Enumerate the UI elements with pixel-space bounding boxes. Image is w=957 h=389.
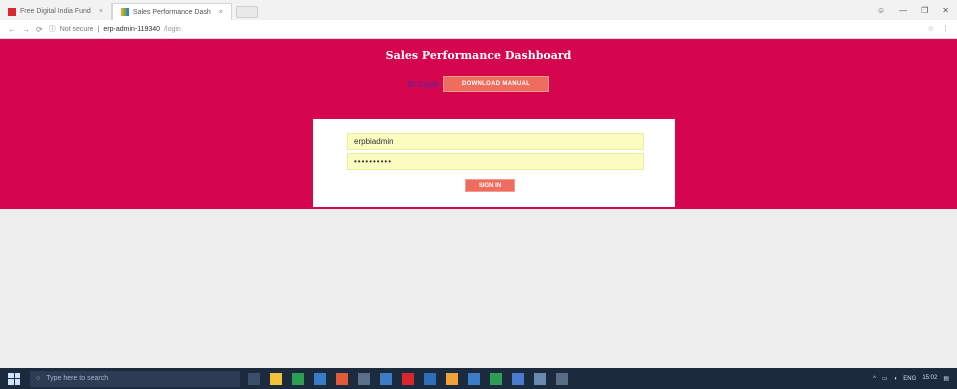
close-icon[interactable]: × xyxy=(99,8,103,15)
tab-title: Free Digital India Fund xyxy=(20,8,91,15)
app-icon[interactable] xyxy=(358,372,370,385)
taskbar-search-input[interactable]: ○ Type here to search xyxy=(30,370,240,387)
file-explorer-icon[interactable] xyxy=(270,372,282,385)
taskbar-apps xyxy=(248,372,568,385)
volume-icon[interactable]: ◖ xyxy=(894,376,898,382)
browser-tab-strip: Free Digital India Fund × Sales Performa… xyxy=(0,0,957,20)
page-title: Sales Performance Dashboard xyxy=(385,49,572,62)
taskbar: ○ Type here to search ^ ▭ ◖ ENG 15:02 ▤ xyxy=(0,368,957,389)
tab-title: Sales Performance Dash xyxy=(132,8,211,16)
username-field[interactable]: erpbiadmin xyxy=(347,133,644,150)
tab-sales-dashboard[interactable]: Sales Performance Dash × xyxy=(111,3,232,20)
download-manual-button[interactable]: DOWNLOAD MANUAL xyxy=(442,76,550,92)
chevron-up-icon[interactable]: ^ xyxy=(873,376,876,382)
sign-in-button[interactable]: SIGN IN xyxy=(465,179,515,192)
page-content: Sales Performance Dashboard BI Guide DOW… xyxy=(0,39,957,368)
tab-free-digital-india[interactable]: Free Digital India Fund × xyxy=(0,3,112,20)
edge-icon[interactable] xyxy=(314,372,326,385)
notifications-icon[interactable]: ▤ xyxy=(943,375,949,382)
clock[interactable]: 15:02 xyxy=(922,375,937,382)
red-square-icon xyxy=(8,7,16,16)
outlook-icon[interactable] xyxy=(380,372,392,385)
search-placeholder: Type here to search xyxy=(46,375,109,382)
app-icon[interactable] xyxy=(336,372,348,385)
hero-banner: Sales Performance Dashboard BI Guide DOW… xyxy=(0,39,957,209)
minimize-icon[interactable]: — xyxy=(899,6,907,15)
close-window-icon[interactable]: ✕ xyxy=(942,6,949,15)
word-icon[interactable] xyxy=(424,372,436,385)
url-field[interactable]: ⓘ Not secure | erp-admin-119340 /login xyxy=(49,24,922,34)
app-icon[interactable] xyxy=(556,372,568,385)
search-icon: ○ xyxy=(36,375,41,382)
windows-start-icon[interactable] xyxy=(8,372,20,385)
close-icon[interactable]: × xyxy=(219,9,223,16)
menu-icon[interactable]: ⋮ xyxy=(942,25,949,33)
app-icon[interactable] xyxy=(446,372,458,385)
app-icon[interactable] xyxy=(468,372,480,385)
store-icon[interactable] xyxy=(292,372,304,385)
login-card: erpbiadmin •••••••••• SIGN IN xyxy=(313,119,675,207)
hero-links: BI Guide DOWNLOAD MANUAL xyxy=(0,76,957,92)
app-icon[interactable] xyxy=(512,372,524,385)
address-bar: ← → ⟳ ⓘ Not secure | erp-admin-119340 /l… xyxy=(0,20,957,39)
network-icon[interactable]: ▭ xyxy=(882,375,888,382)
url-host: erp-admin-119340 xyxy=(103,25,161,33)
back-icon[interactable]: ← xyxy=(8,25,16,34)
reload-icon[interactable]: ⟳ xyxy=(36,25,43,34)
info-icon[interactable]: ⓘ xyxy=(49,24,56,34)
forward-icon[interactable]: → xyxy=(22,25,30,34)
chart-icon xyxy=(120,8,129,16)
task-view-icon[interactable] xyxy=(248,372,260,385)
user-icon[interactable]: ☺ xyxy=(877,6,885,15)
system-tray: ^ ▭ ◖ ENG 15:02 ▤ xyxy=(873,375,957,382)
password-field[interactable]: •••••••••• xyxy=(347,153,644,170)
window-controls: ☺ — ❐ ✕ xyxy=(877,0,957,20)
security-label: Not secure xyxy=(59,25,94,33)
app-icon[interactable] xyxy=(534,372,546,385)
excel-icon[interactable] xyxy=(490,372,502,385)
new-tab-button[interactable] xyxy=(235,6,258,18)
maximize-icon[interactable]: ❐ xyxy=(921,6,928,15)
page-background xyxy=(0,209,957,368)
manual-link[interactable]: BI Guide xyxy=(408,80,439,89)
language-label[interactable]: ENG xyxy=(903,376,916,382)
url-path: /login xyxy=(164,25,181,33)
star-icon[interactable]: ☆ xyxy=(928,25,934,33)
chrome-icon[interactable] xyxy=(402,372,414,385)
